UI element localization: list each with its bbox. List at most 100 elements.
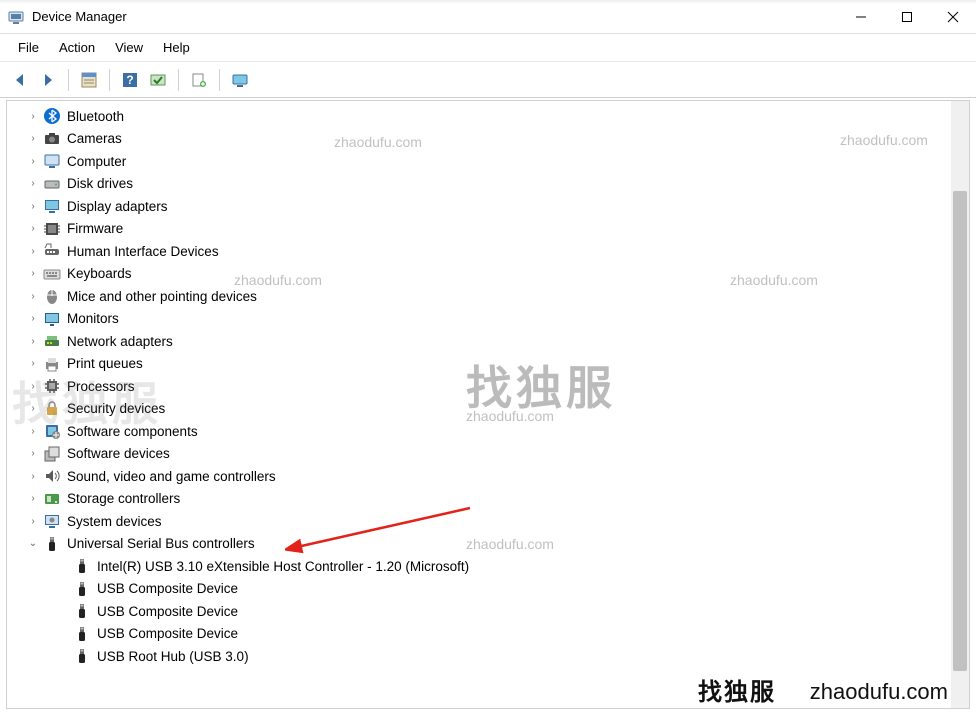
tree-category-label: Processors [67,379,135,394]
toolbar-separator [178,69,179,91]
tree-category[interactable]: ›Keyboards [7,263,951,286]
vertical-scrollbar[interactable] [951,101,969,708]
usb-icon [73,602,91,620]
bluetooth-icon [43,107,61,125]
title-bar: Device Manager [0,0,976,34]
device-tree-pane: ›Bluetooth›Cameras›Computer›Disk drives›… [6,100,970,709]
tree-device[interactable]: USB Root Hub (USB 3.0) [7,645,951,668]
firmware-icon [43,220,61,238]
expand-chevron-icon[interactable]: › [25,493,41,504]
software-icon [43,422,61,440]
usb-icon [73,557,91,575]
tree-device-label: Intel(R) USB 3.10 eXtensible Host Contro… [97,559,469,574]
tree-category[interactable]: › Firmware [7,218,951,241]
tree-category-label: Bluetooth [67,109,124,124]
security-icon [43,400,61,418]
toolbar-separator [68,69,69,91]
usb-icon [73,647,91,665]
expand-chevron-icon[interactable]: › [25,358,41,369]
tree-category[interactable]: › Network adapters [7,330,951,353]
expand-chevron-icon[interactable]: › [25,381,41,392]
expand-chevron-icon[interactable]: › [25,246,41,257]
tree-category[interactable]: ›Disk drives [7,173,951,196]
tree-device-label: USB Composite Device [97,626,238,641]
storage-icon [43,490,61,508]
remote-computer-button[interactable] [228,68,252,92]
window-title: Device Manager [32,9,127,24]
tree-category-label: Computer [67,154,126,169]
expand-chevron-icon[interactable]: › [25,133,41,144]
tree-category[interactable]: › Computer [7,150,951,173]
expand-chevron-icon[interactable]: › [25,201,41,212]
expand-chevron-icon[interactable]: › [25,178,41,189]
expand-chevron-icon[interactable]: › [25,313,41,324]
scan-hardware-button[interactable] [187,68,211,92]
close-button[interactable] [930,0,976,34]
tree-device[interactable]: USB Composite Device [7,623,951,646]
back-button[interactable] [8,68,32,92]
tree-category[interactable]: ›Cameras [7,128,951,151]
device-tree[interactable]: ›Bluetooth›Cameras›Computer›Disk drives›… [7,101,951,708]
software2-icon [43,445,61,463]
tree-category-label: Storage controllers [67,491,180,506]
tree-category[interactable]: ›Print queues [7,353,951,376]
tree-category[interactable]: ›Sound, video and game controllers [7,465,951,488]
printer-icon [43,355,61,373]
tree-category-label: Software components [67,424,198,439]
minimize-button[interactable] [838,0,884,34]
maximize-button[interactable] [884,0,930,34]
tree-device[interactable]: Intel(R) USB 3.10 eXtensible Host Contro… [7,555,951,578]
tree-category[interactable]: › Mice and other pointing devices [7,285,951,308]
tree-device[interactable]: USB Composite Device [7,578,951,601]
scrollbar-thumb[interactable] [953,191,967,671]
expand-chevron-icon[interactable]: ⌄ [25,538,41,549]
tree-category[interactable]: › Software devices [7,443,951,466]
menu-view[interactable]: View [105,36,153,59]
properties-button[interactable] [77,68,101,92]
tree-category[interactable]: › Processors [7,375,951,398]
tree-category[interactable]: ›Monitors [7,308,951,331]
tree-category-label: Software devices [67,446,170,461]
expand-chevron-icon[interactable]: › [25,336,41,347]
tree-category-label: Firmware [67,221,123,236]
tree-category[interactable]: › Display adapters [7,195,951,218]
tree-category-label: Human Interface Devices [67,244,219,259]
cropped-top-border [0,0,976,4]
expand-chevron-icon[interactable]: › [25,111,41,122]
tree-category[interactable]: › Security devices [7,398,951,421]
tree-category[interactable]: › Software components [7,420,951,443]
expand-chevron-icon[interactable]: › [25,448,41,459]
expand-chevron-icon[interactable]: › [25,403,41,414]
tree-device[interactable]: USB Composite Device [7,600,951,623]
expand-chevron-icon[interactable]: › [25,516,41,527]
forward-button[interactable] [36,68,60,92]
tree-category-label: Display adapters [67,199,168,214]
tree-device-label: USB Composite Device [97,604,238,619]
hid-icon [43,242,61,260]
tree-category[interactable]: › Human Interface Devices [7,240,951,263]
tree-category-label: Mice and other pointing devices [67,289,257,304]
expand-chevron-icon[interactable]: › [25,156,41,167]
help-button[interactable]: ? [118,68,142,92]
expand-chevron-icon[interactable]: › [25,426,41,437]
tree-category-label: Network adapters [67,334,173,349]
sound-icon [43,467,61,485]
expand-chevron-icon[interactable]: › [25,268,41,279]
tree-category-label: System devices [67,514,162,529]
expand-chevron-icon[interactable]: › [25,471,41,482]
expand-chevron-icon[interactable]: › [25,291,41,302]
tree-category-label: Universal Serial Bus controllers [67,536,255,551]
tree-category[interactable]: ⌄ Universal Serial Bus controllers [7,533,951,556]
menu-file[interactable]: File [8,36,49,59]
menu-help[interactable]: Help [153,36,200,59]
display-icon [43,197,61,215]
tree-category-label: Security devices [67,401,165,416]
tree-category[interactable]: › Storage controllers [7,488,951,511]
tree-category[interactable]: › System devices [7,510,951,533]
usb-icon [73,625,91,643]
menu-action[interactable]: Action [49,36,105,59]
expand-chevron-icon[interactable]: › [25,223,41,234]
tree-category[interactable]: › Bluetooth [7,105,951,128]
keyboard-icon [43,265,61,283]
show-hidden-button[interactable] [146,68,170,92]
